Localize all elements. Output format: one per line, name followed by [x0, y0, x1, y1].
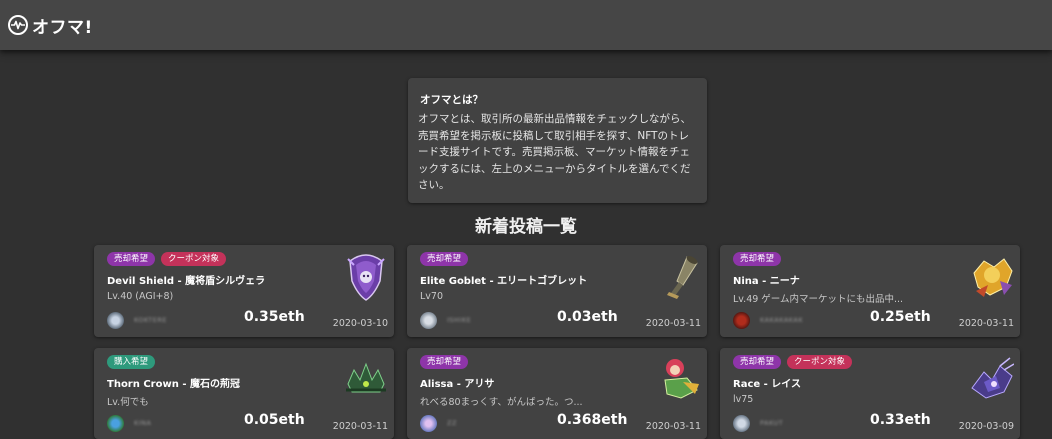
post-title: Devil Shield - 魔将盾シルヴェラ — [107, 276, 266, 287]
post-card[interactable]: 売却希望 クーポン対象 Devil Shield - 魔将盾シルヴェラ Lv.4… — [94, 245, 394, 337]
badge-group: 売却希望 — [420, 252, 469, 266]
post-date: 2020-03-11 — [958, 318, 1014, 329]
post-card[interactable]: 売却希望 Elite Goblet - エリートゴブレット Lv70 ISHIK… — [407, 245, 707, 337]
post-card[interactable]: 購入希望 Thorn Crown - 魔石の荊冠 Lv.何でも KINA 0.0… — [94, 348, 394, 439]
post-date: 2020-03-11 — [332, 421, 388, 432]
post-description: Lv.何でも — [107, 397, 149, 408]
post-description: lv75 — [733, 394, 754, 405]
post-date: 2020-03-11 — [645, 421, 701, 432]
race-hero-icon — [971, 357, 1014, 399]
badge-group: 購入希望 — [107, 355, 156, 369]
username: KAKAKAKAK — [760, 316, 804, 324]
price: 0.03eth — [557, 309, 618, 325]
goblet-item-icon — [667, 256, 698, 299]
sell-badge: 売却希望 — [733, 252, 782, 266]
post-card[interactable]: 売却希望 クーポン対象 Race - レイス lv75 PAKUT 0.33et… — [720, 348, 1020, 439]
avatar — [733, 312, 750, 329]
username: ZZ — [447, 419, 457, 427]
post-date: 2020-03-09 — [958, 421, 1014, 432]
post-card[interactable]: 売却希望 Nina - ニーナ Lv.49 ゲーム内マーケットにも出品中... … — [720, 245, 1020, 337]
post-description: れべる80まっくす、がんばった。つ... — [420, 397, 583, 408]
username: PAKUT — [760, 419, 784, 427]
avatar — [733, 415, 750, 432]
section-title: 新着投稿一覧 — [475, 217, 577, 237]
alissa-hero-icon — [664, 359, 699, 399]
buy-badge: 購入希望 — [107, 355, 156, 369]
post-card[interactable]: 売却希望 Alissa - アリサ れべる80まっくす、がんばった。つ... Z… — [407, 348, 707, 439]
nina-hero-icon — [973, 258, 1013, 297]
about-body: オフマとは、取引所の最新出品情報をチェックしながら、売買希望を掲示板に投稿して取… — [418, 113, 691, 191]
heartbeat-circle-icon[interactable] — [8, 15, 28, 35]
post-title: Thorn Crown - 魔石の荊冠 — [107, 379, 240, 390]
price: 0.33eth — [870, 412, 931, 428]
avatar — [420, 415, 437, 432]
avatar — [420, 312, 437, 329]
about-panel: オフマとは？ オフマとは、取引所の最新出品情報をチェックしながら、売買希望を掲示… — [408, 78, 707, 203]
about-title: オフマとは？ — [420, 94, 483, 106]
app-bar: オフマ! — [0, 0, 1052, 50]
price: 0.368eth — [557, 412, 628, 428]
username: ISHIKE — [447, 316, 472, 324]
badge-group: 売却希望 クーポン対象 — [733, 355, 853, 369]
avatar — [107, 415, 124, 432]
post-title: Elite Goblet - エリートゴブレット — [420, 276, 588, 287]
badge-group: 売却希望 — [420, 355, 469, 369]
sell-badge: 売却希望 — [420, 252, 469, 266]
post-date: 2020-03-10 — [332, 318, 388, 329]
post-date: 2020-03-11 — [645, 318, 701, 329]
badge-group: 売却希望 — [733, 252, 782, 266]
sell-badge: 売却希望 — [420, 355, 469, 369]
coupon-badge: クーポン対象 — [161, 252, 227, 266]
post-description: Lv.40 (AGI+8) — [107, 291, 174, 302]
post-title: Alissa - アリサ — [420, 379, 495, 390]
username: KOKTERE — [134, 316, 167, 324]
post-title: Nina - ニーナ — [733, 276, 800, 287]
devil-shield-item-icon — [347, 254, 385, 301]
post-title: Race - レイス — [733, 379, 801, 390]
username: KINA — [134, 419, 152, 427]
price: 0.25eth — [870, 309, 931, 325]
post-description: Lv.49 ゲーム内マーケットにも出品中... — [733, 294, 904, 305]
sell-badge: 売却希望 — [107, 252, 156, 266]
coupon-badge: クーポン対象 — [787, 355, 853, 369]
app-title[interactable]: オフマ! — [32, 13, 93, 38]
post-description: Lv70 — [420, 291, 444, 302]
sell-badge: 売却希望 — [733, 355, 782, 369]
price: 0.05eth — [244, 412, 305, 428]
thorn-crown-item-icon — [346, 362, 386, 393]
price: 0.35eth — [244, 309, 305, 325]
avatar — [107, 312, 124, 329]
badge-group: 売却希望 クーポン対象 — [107, 252, 227, 266]
